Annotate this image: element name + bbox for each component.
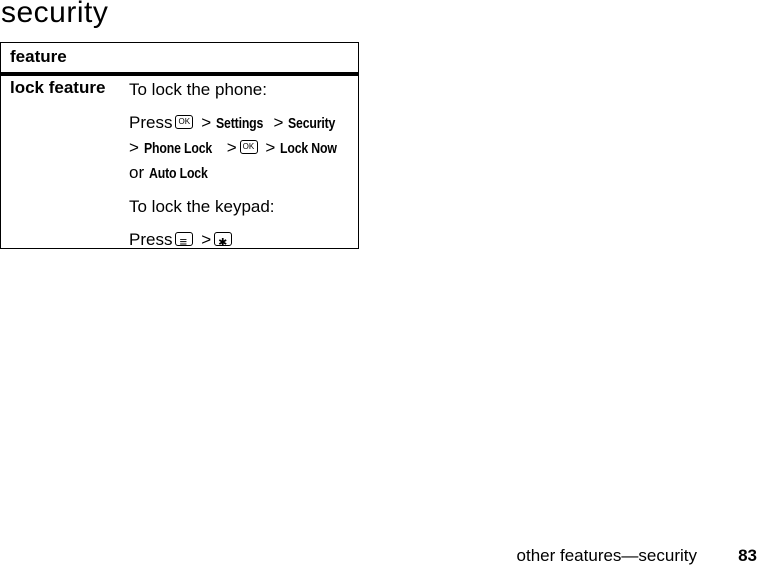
menu-security: Security [288, 115, 336, 132]
separator: > [265, 138, 276, 157]
press-text: Press [129, 113, 173, 132]
page-number: 83 [738, 546, 757, 565]
menu-lock-now: Lock Now [280, 140, 337, 157]
footer-section-title: other features—security [516, 546, 697, 565]
menu-key-icon [175, 230, 194, 254]
lock-phone-steps: Press > Settings> Security > Phone Lock>… [129, 111, 354, 186]
ok-key-icon [175, 115, 194, 129]
row-label-lock-feature: lock feature [10, 78, 106, 97]
menu-settings: Settings [215, 115, 264, 132]
menu-phone-lock: Phone Lock [143, 140, 212, 157]
row-description: To lock the phone: Press > Settings> Sec… [129, 78, 354, 261]
column-header-feature: feature [10, 47, 67, 66]
table-header: feature [1, 43, 358, 76]
page-title: security [1, 0, 109, 29]
separator: > [201, 113, 212, 132]
or-text: or [129, 163, 145, 182]
ok-key-icon [239, 140, 258, 154]
lock-phone-intro: To lock the phone: [129, 80, 267, 99]
lock-keypad-intro: To lock the keypad: [129, 197, 275, 216]
menu-auto-lock: Auto Lock [148, 165, 208, 182]
separator: > [273, 113, 284, 132]
feature-table: feature lock feature To lock the phone: … [0, 42, 359, 255]
lock-keypad-steps: Press > [129, 228, 354, 255]
separator: > [129, 138, 139, 157]
press-text: Press [129, 230, 173, 249]
star-key-icon [214, 231, 233, 255]
separator: > [226, 138, 237, 157]
separator: > [201, 230, 212, 249]
